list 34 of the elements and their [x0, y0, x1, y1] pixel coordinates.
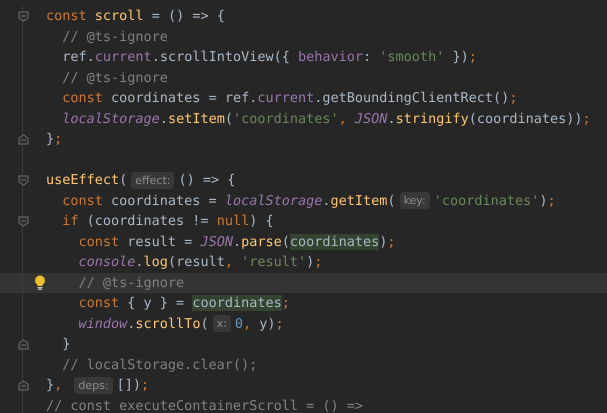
- code-text: 0, y);: [234, 314, 284, 334]
- code-text: localStorage.setItem('coordinates', JSON.stringify(coordinates));: [61, 110, 591, 129]
- code-text: console.log(result, 'result');: [78, 253, 322, 272]
- code-text: const result = JSON.parse(coordinates);: [78, 232, 396, 252]
- code-text: },: [46, 376, 64, 396]
- code-text: // localStorage.clear();: [61, 356, 258, 375]
- code-text: useEffect(: [46, 171, 128, 190]
- code-text: // @ts-ignore: [78, 274, 184, 293]
- fold-icon[interactable]: [18, 134, 28, 145]
- parameter-hint: key:: [400, 192, 430, 210]
- code-text: if (coordinates != null) {: [61, 212, 274, 232]
- fold-icon[interactable]: [18, 216, 28, 227]
- fold-icon[interactable]: [18, 380, 28, 391]
- fold-icon[interactable]: [18, 174, 28, 186]
- parameter-hint: effect:: [131, 172, 174, 189]
- code-text: // @ts-ignore: [61, 28, 168, 47]
- code-text: // @ts-ignore: [61, 68, 168, 88]
- code-text: }: [61, 335, 70, 354]
- parameter-hint: deps:: [74, 376, 113, 394]
- fold-icon[interactable]: [18, 338, 28, 350]
- code-text: const coordinates = ref.current.getBoundingClientRect();: [61, 89, 518, 108]
- code-text: // const executeContainerScroll = () =>: [46, 396, 363, 413]
- code-text: ref.current.scrollIntoView({ behavior: 'smooth' });: [61, 48, 477, 68]
- code-text: const { y } = coordinates;: [78, 294, 290, 314]
- parameter-hint: x:: [212, 315, 231, 332]
- code-text: []);: [116, 376, 150, 396]
- code-text: };: [46, 130, 62, 150]
- code-text: const coordinates = localStorage.getItem(: [61, 192, 396, 211]
- lightbulb-icon[interactable]: [34, 275, 46, 290]
- fold-icon[interactable]: [18, 10, 28, 22]
- code-text: () => {: [178, 171, 236, 190]
- code-text: const scroll = () => {: [46, 7, 225, 26]
- code-text: 'coordinates');: [434, 192, 556, 211]
- code-text: window.scrollTo(: [78, 314, 209, 334]
